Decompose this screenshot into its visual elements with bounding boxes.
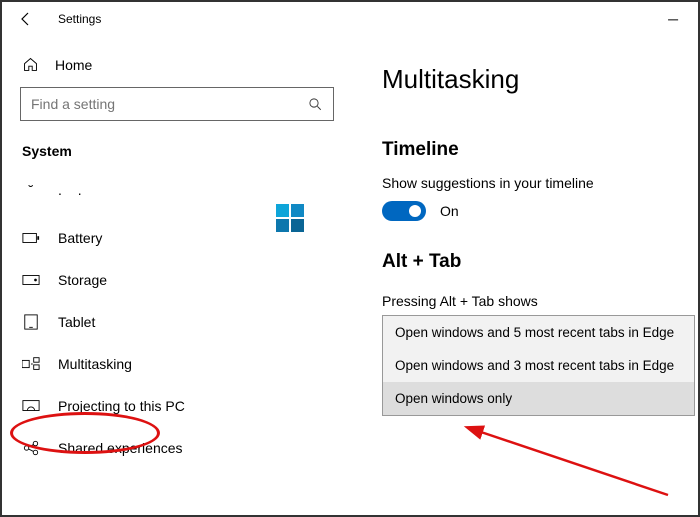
- timeline-heading: Timeline: [382, 139, 698, 161]
- sidebar-item-multitasking[interactable]: Multitasking: [20, 343, 334, 385]
- alttab-heading: Alt + Tab: [382, 251, 698, 273]
- sidebar-item-storage[interactable]: Storage: [20, 259, 334, 301]
- battery-icon: [22, 232, 40, 244]
- sidebar-item-shared[interactable]: Shared experiences: [20, 427, 334, 469]
- dropdown-option-selected[interactable]: Open windows only: [383, 382, 694, 415]
- titlebar: Settings ─: [2, 2, 698, 36]
- timeline-setting-label: Show suggestions in your timeline: [382, 175, 698, 191]
- sidebar-item-label: Shared experiences: [58, 440, 183, 456]
- search-input[interactable]: [31, 96, 308, 112]
- windows-logo-icon: [276, 204, 304, 232]
- tablet-icon: [23, 314, 39, 330]
- toggle-state-label: On: [440, 203, 459, 219]
- sidebar: Home System ˘ . . Battery Storage Tablet: [2, 36, 352, 515]
- search-input-container[interactable]: [20, 87, 334, 121]
- minimize-button[interactable]: ─: [660, 11, 686, 27]
- sidebar-item-label: Projecting to this PC: [58, 398, 185, 414]
- back-button[interactable]: [14, 7, 38, 31]
- sidebar-item-label: Battery: [58, 230, 102, 246]
- ellipsis-icon: ˘: [22, 181, 40, 199]
- dropdown-option[interactable]: Open windows and 3 most recent tabs in E…: [383, 349, 694, 382]
- storage-icon: [22, 274, 40, 286]
- back-arrow-icon: [18, 11, 34, 27]
- home-label: Home: [55, 57, 92, 73]
- alttab-label: Pressing Alt + Tab shows: [382, 293, 698, 309]
- dropdown-option[interactable]: Open windows and 5 most recent tabs in E…: [383, 316, 694, 349]
- home-icon: [22, 56, 39, 73]
- home-link[interactable]: Home: [20, 50, 334, 87]
- projecting-icon: [22, 399, 40, 413]
- sidebar-item-label: Multitasking: [58, 356, 132, 372]
- sidebar-item-label: Storage: [58, 272, 107, 288]
- alttab-dropdown[interactable]: Open windows and 5 most recent tabs in E…: [382, 315, 695, 416]
- sidebar-item-projecting[interactable]: Projecting to this PC: [20, 385, 334, 427]
- sidebar-item-tablet[interactable]: Tablet: [20, 301, 334, 343]
- sidebar-item-label: Tablet: [58, 314, 95, 330]
- timeline-toggle[interactable]: [382, 201, 426, 221]
- main-panel: Multitasking Timeline Show suggestions i…: [352, 36, 698, 515]
- window-title: Settings: [58, 12, 101, 26]
- page-title: Multitasking: [382, 64, 698, 95]
- category-label: System: [20, 143, 334, 159]
- search-icon: [308, 97, 323, 112]
- multitasking-icon: [22, 357, 40, 371]
- shared-icon: [23, 440, 39, 456]
